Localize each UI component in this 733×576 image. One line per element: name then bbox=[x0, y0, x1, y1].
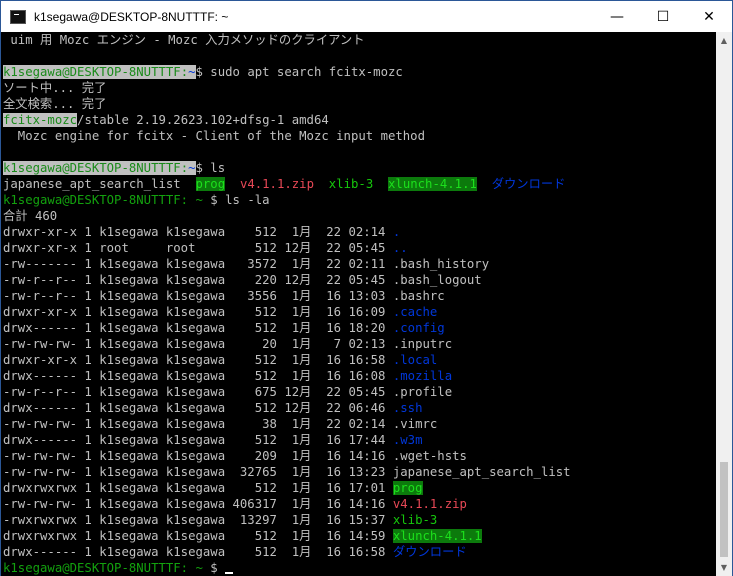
scroll-down-icon[interactable]: ▼ bbox=[716, 559, 732, 576]
output-line-fulltext: 全文検索... 完了 bbox=[3, 97, 107, 111]
package-line: fcitx-mozc/stable 2.19.2623.102+dfsg-1 a… bbox=[3, 113, 329, 127]
prompt-line-3: k1segawa@DESKTOP-8NUTTTF: ~ $ ls -la bbox=[3, 193, 270, 207]
window-title: k1segawa@DESKTOP-8NUTTTF: ~ bbox=[34, 9, 229, 24]
listing-row: drwx------ 1 k1segawa k1segawa 512 12月 2… bbox=[3, 401, 423, 415]
final-prompt-line[interactable]: k1segawa@DESKTOP-8NUTTTF: ~ $ bbox=[3, 560, 234, 576]
listing-row: -rw-r--r-- 1 k1segawa k1segawa 220 12月 2… bbox=[3, 273, 482, 287]
listing-row: drwxrwxrwx 1 k1segawa k1segawa 512 1月 16… bbox=[3, 529, 482, 543]
terminal-output[interactable]: uim 用 Mozc エンジン - Mozc 入力メソッドのクライアント k1s… bbox=[1, 32, 716, 576]
prompt-line-2: k1segawa@DESKTOP-8NUTTTF:~$ ls bbox=[3, 161, 226, 175]
cursor bbox=[225, 572, 234, 574]
listing-row: -rw-rw-rw- 1 k1segawa k1segawa 38 1月 22 … bbox=[3, 417, 438, 431]
listing-row: drwxr-xr-x 1 root root 512 12月 22 05:45 … bbox=[3, 241, 408, 255]
minimize-button[interactable]: — bbox=[594, 1, 640, 32]
package-name: fcitx-mozc bbox=[3, 113, 78, 127]
listing-row: drwx------ 1 k1segawa k1segawa 512 1月 16… bbox=[3, 433, 423, 447]
output-line-sort: ソート中... 完了 bbox=[3, 81, 107, 95]
listing-row: -rw-rw-rw- 1 k1segawa k1segawa 32765 1月 … bbox=[3, 465, 571, 479]
command-text: $ ls bbox=[195, 161, 226, 175]
listing-row: drwxrwxrwx 1 k1segawa k1segawa 512 1月 16… bbox=[3, 481, 423, 495]
listing-row: drwxr-xr-x 1 k1segawa k1segawa 512 1月 16… bbox=[3, 305, 438, 319]
listing-row: -rw-rw-rw- 1 k1segawa k1segawa 20 1月 7 0… bbox=[3, 337, 453, 351]
ls-entry: japanese_apt_search_list bbox=[3, 177, 181, 191]
terminal-app-icon bbox=[10, 9, 26, 24]
ls-entry: xlib-3 bbox=[328, 177, 374, 191]
output-line-uim: uim 用 Mozc エンジン - Mozc 入力メソッドのクライアント bbox=[3, 33, 365, 47]
listing-row: -rw-r--r-- 1 k1segawa k1segawa 675 12月 2… bbox=[3, 385, 453, 399]
listing-row: drwx------ 1 k1segawa k1segawa 512 1月 16… bbox=[3, 369, 453, 383]
listing-row: drwx------ 1 k1segawa k1segawa 512 1月 16… bbox=[3, 321, 445, 335]
package-description: Mozc engine for fcitx - Client of the Mo… bbox=[3, 129, 425, 143]
scrollbar-thumb[interactable] bbox=[720, 462, 728, 557]
listing-row: -rw-r--r-- 1 k1segawa k1segawa 3556 1月 1… bbox=[3, 289, 445, 303]
command-text: $ ls -la bbox=[210, 193, 270, 207]
prompt-user: k1segawa@DESKTOP-8NUTTTF bbox=[3, 65, 181, 79]
total-line: 合計 460 bbox=[3, 209, 58, 223]
ls-output: japanese_apt_search_list prog v4.1.1.zip… bbox=[3, 176, 565, 192]
title-bar[interactable]: k1segawa@DESKTOP-8NUTTTF: ~ — ☐ ✕ bbox=[1, 1, 732, 32]
terminal-window: k1segawa@DESKTOP-8NUTTTF: ~ — ☐ ✕ uim 用 … bbox=[0, 0, 733, 576]
ls-entry: xlunch-4.1.1 bbox=[388, 177, 477, 191]
ls-entry: prog bbox=[195, 177, 226, 191]
listing-row: -rwxrwxrwx 1 k1segawa k1segawa 13297 1月 … bbox=[3, 513, 438, 527]
listing-row: drwx------ 1 k1segawa k1segawa 512 1月 16… bbox=[3, 545, 467, 559]
listing-row: drwxr-xr-x 1 k1segawa k1segawa 512 1月 22… bbox=[3, 225, 401, 239]
ls-entry: v4.1.1.zip bbox=[239, 177, 314, 191]
vertical-scrollbar[interactable]: ▲ ▼ bbox=[716, 32, 732, 576]
listing-row: -rw-rw-rw- 1 k1segawa k1segawa 209 1月 16… bbox=[3, 449, 467, 463]
prompt-line-1: k1segawa@DESKTOP-8NUTTTF:~$ sudo apt sea… bbox=[3, 65, 403, 79]
window-controls: — ☐ ✕ bbox=[594, 1, 732, 32]
maximize-button[interactable]: ☐ bbox=[640, 1, 686, 32]
listing-row: drwxr-xr-x 1 k1segawa k1segawa 512 1月 16… bbox=[3, 353, 438, 367]
scroll-up-icon[interactable]: ▲ bbox=[716, 32, 732, 49]
listing-row: -rw-rw-rw- 1 k1segawa k1segawa 406317 1月… bbox=[3, 497, 467, 511]
ls-entry: ダウンロード bbox=[491, 177, 566, 191]
listing-row: -rw------- 1 k1segawa k1segawa 3572 1月 2… bbox=[3, 257, 490, 271]
command-text: $ sudo apt search fcitx-mozc bbox=[195, 65, 403, 79]
close-button[interactable]: ✕ bbox=[686, 1, 732, 32]
